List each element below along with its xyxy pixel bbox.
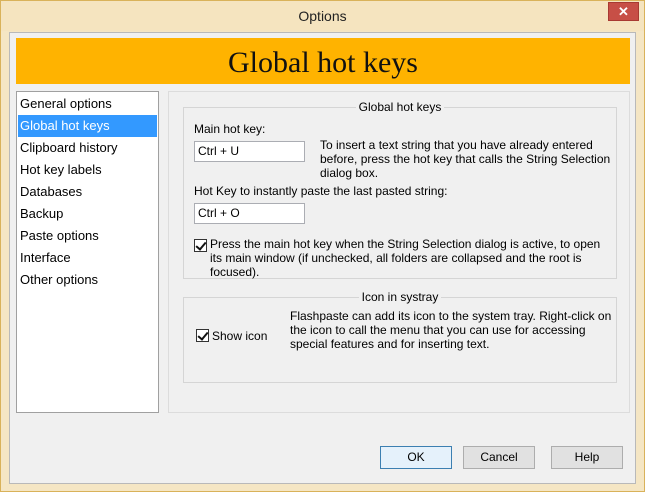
settings-panel: Global hot keys Main hot key: Ctrl + U T…	[168, 91, 630, 413]
nav-item-paste-options[interactable]: Paste options	[18, 225, 157, 247]
cancel-button[interactable]: Cancel	[463, 446, 535, 469]
ok-button[interactable]: OK	[380, 446, 452, 469]
nav-item-clipboard-history[interactable]: Clipboard history	[18, 137, 157, 159]
close-icon[interactable]: ✕	[608, 2, 639, 21]
paste-hotkey-field[interactable]: Ctrl + O	[194, 203, 305, 224]
nav-item-backup[interactable]: Backup	[18, 203, 157, 225]
systray-group: Icon in systray Show icon Flashpaste can…	[183, 290, 617, 383]
nav-item-hot-key-labels[interactable]: Hot key labels	[18, 159, 157, 181]
options-category-list[interactable]: General options Global hot keys Clipboar…	[16, 91, 159, 413]
systray-description: Flashpaste can add its icon to the syste…	[290, 309, 612, 351]
hotkeys-group: Global hot keys Main hot key: Ctrl + U T…	[183, 100, 617, 279]
main-hotkey-field[interactable]: Ctrl + U	[194, 141, 305, 162]
page-title: Global hot keys	[228, 46, 418, 79]
title-bar[interactable]: Options ✕	[1, 1, 644, 31]
hotkeys-group-title: Global hot keys	[355, 100, 445, 114]
page-banner: Global hot keys	[16, 38, 630, 84]
help-button[interactable]: Help	[551, 446, 623, 469]
main-hotkey-label: Main hot key:	[194, 122, 266, 136]
nav-item-databases[interactable]: Databases	[18, 181, 157, 203]
open-main-window-checkbox[interactable]	[194, 239, 207, 252]
nav-item-general-options[interactable]: General options	[18, 93, 157, 115]
options-window: Options ✕ Global hot keys General option…	[0, 0, 645, 492]
dialog-client-area: Global hot keys General options Global h…	[9, 32, 636, 484]
open-main-window-label: Press the main hot key when the String S…	[210, 237, 601, 279]
nav-item-global-hot-keys[interactable]: Global hot keys	[18, 115, 157, 137]
main-hotkey-description: To insert a text string that you have al…	[320, 138, 611, 180]
show-icon-checkbox[interactable]	[196, 329, 209, 342]
nav-item-interface[interactable]: Interface	[18, 247, 157, 269]
window-title: Options	[298, 8, 347, 24]
paste-hotkey-label: Hot Key to instantly paste the last past…	[194, 184, 448, 198]
show-icon-label[interactable]: Show icon	[212, 329, 267, 343]
systray-group-title: Icon in systray	[358, 290, 442, 304]
nav-item-other-options[interactable]: Other options	[18, 269, 157, 291]
